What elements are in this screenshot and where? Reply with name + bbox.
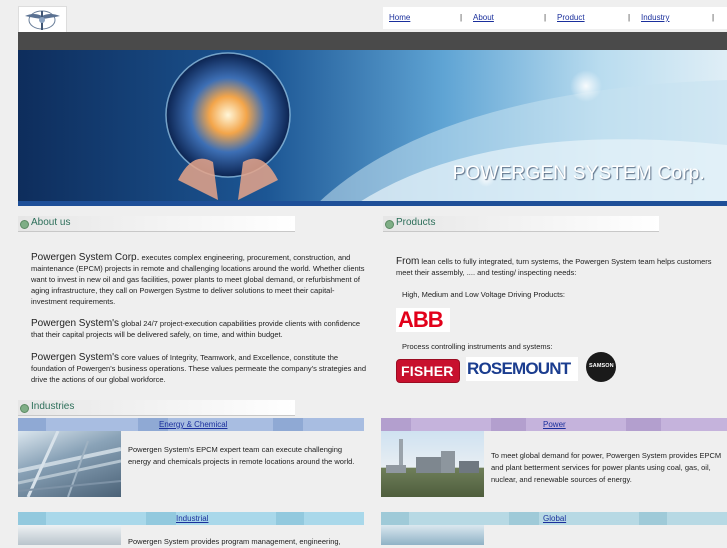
energy-chemical-link[interactable]: Energy & Chemical [159, 420, 227, 429]
top-navigation: Home | About | Product | Industry | [383, 7, 727, 29]
samson-logo: SAMSON [586, 352, 616, 382]
power-plant-image [386, 439, 479, 473]
rosemount-logo: ROSEMOUNT [466, 357, 578, 381]
nav-separator: | [544, 13, 547, 22]
products-intro-lead: From [396, 256, 420, 267]
about-paragraph-3: Powergen System's core values of Integri… [31, 352, 366, 385]
hero-banner: POWERGEN SYSTEM Corp. [18, 50, 727, 203]
nav-product-link[interactable]: Product [557, 13, 585, 22]
header-dark-bar [18, 32, 727, 50]
nav-home-link[interactable]: Home [389, 13, 410, 22]
nav-separator: | [460, 13, 463, 22]
power-strip: Power [381, 418, 727, 431]
banner-title: POWERGEN SYSTEM Corp. [452, 163, 705, 184]
abb-logo-text: ABB [398, 307, 444, 332]
site-logo[interactable] [18, 6, 67, 34]
industries-heading-bar: Industries [18, 400, 295, 416]
about-paragraph-2: Powergen System's global 24/7 project-ex… [31, 318, 366, 340]
about-heading-bar: About us [18, 216, 295, 232]
products-heading-bar: Products [383, 216, 659, 232]
products-intro-body: lean cells to fully integrated, turn sys… [396, 257, 712, 277]
pipeline-image [18, 431, 121, 497]
fisher-logo-text: FISHER [401, 363, 454, 379]
nav-separator: | [628, 13, 631, 22]
about-lead-1: Powergen System Corp. [31, 252, 140, 263]
energy-chemical-photo [18, 431, 121, 497]
global-photo [381, 525, 484, 545]
global-strip: Global [381, 512, 727, 525]
power-link[interactable]: Power [543, 420, 566, 429]
energy-chemical-text: Powergen System's EPCM expert team can e… [128, 445, 355, 466]
nav-industry-link[interactable]: Industry [641, 13, 669, 22]
about-lead-3: Powergen System's [31, 352, 120, 363]
industrial-strip: Industrial [18, 512, 364, 525]
products-line-process: Process controlling instruments and syst… [402, 342, 553, 351]
energy-strip: Energy & Chemical [18, 418, 364, 431]
industrial-link[interactable]: Industrial [176, 514, 208, 523]
global-link[interactable]: Global [543, 514, 566, 523]
abb-logo: ABB [396, 307, 450, 332]
industrial-text: Powergen System provides program managem… [128, 537, 341, 546]
banner-bottom-stripe [18, 201, 727, 206]
nav-separator: | [712, 13, 715, 22]
section-bullet-icon [20, 220, 29, 229]
rosemount-logo-text: ROSEMOUNT [467, 359, 571, 378]
products-intro: From lean cells to fully integrated, tur… [396, 256, 726, 278]
industrial-photo [18, 525, 121, 545]
industries-heading: Industries [31, 401, 75, 412]
section-bullet-icon [385, 220, 394, 229]
logo-emblem-icon [25, 10, 60, 30]
products-heading: Products [396, 217, 436, 228]
about-lead-2: Powergen System's [31, 318, 120, 329]
power-plant-photo [381, 431, 484, 497]
products-line-drives: High, Medium and Low Voltage Driving Pro… [402, 290, 566, 299]
fisher-logo: FISHER [396, 359, 460, 383]
samson-logo-text: SAMSON [589, 363, 614, 369]
section-bullet-icon [20, 404, 29, 413]
nav-about-link[interactable]: About [473, 13, 494, 22]
power-text: To meet global demand for power, Powerge… [491, 451, 722, 484]
about-heading: About us [31, 217, 71, 228]
about-paragraph-1: Powergen System Corp. executes complex e… [31, 252, 366, 307]
